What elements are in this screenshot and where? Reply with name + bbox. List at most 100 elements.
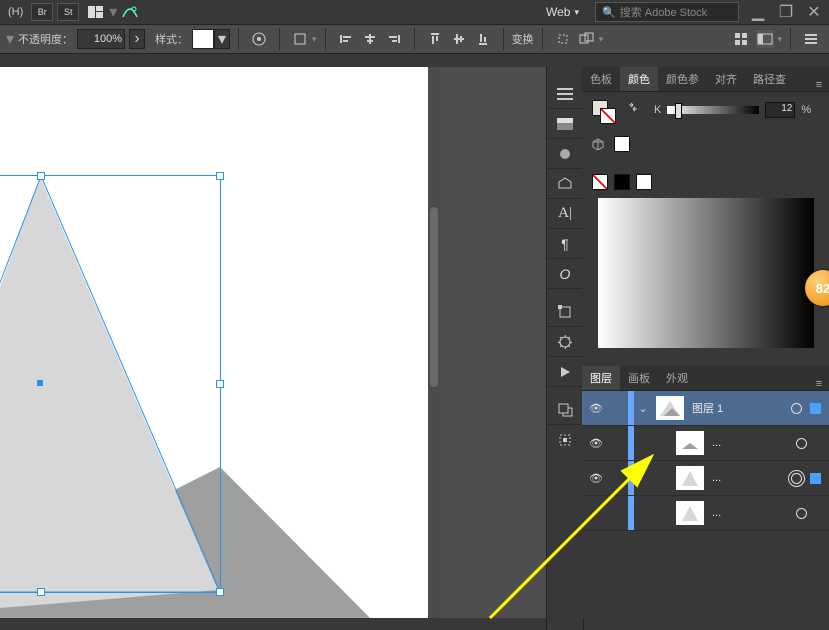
- transform-label[interactable]: 变换: [512, 31, 534, 47]
- layer-name[interactable]: ...: [708, 472, 721, 484]
- target-icon[interactable]: [791, 508, 811, 519]
- cube-icon[interactable]: [592, 138, 604, 150]
- mask-icon[interactable]: [578, 30, 596, 48]
- character-icon[interactable]: A|: [547, 199, 583, 229]
- list-icon[interactable]: [802, 30, 820, 48]
- tab-appearance[interactable]: 外观: [658, 366, 696, 390]
- appearance-icon[interactable]: [547, 327, 583, 357]
- asset-export-icon[interactable]: [547, 425, 583, 455]
- arrange-docs-icon[interactable]: [87, 5, 105, 19]
- align-top-icon[interactable]: [426, 30, 444, 48]
- grid-icon[interactable]: [732, 30, 750, 48]
- opacity-input[interactable]: 100%: [77, 29, 125, 49]
- canvas-scrollbar[interactable]: [428, 67, 440, 618]
- separator: [414, 28, 415, 50]
- workspace-switcher[interactable]: Web ▾: [540, 3, 585, 21]
- layer-name[interactable]: ...: [708, 507, 721, 519]
- tab-align[interactable]: 对齐: [707, 67, 745, 91]
- tab-color-guide[interactable]: 颜色参: [658, 67, 707, 91]
- separator: [790, 28, 791, 50]
- close-button[interactable]: ✕: [805, 5, 823, 19]
- bridge-button[interactable]: Br: [31, 3, 53, 21]
- handle-n[interactable]: [37, 172, 45, 180]
- white-swatch[interactable]: [614, 136, 630, 152]
- visibility-toggle[interactable]: 👁: [582, 437, 610, 450]
- align-left-icon[interactable]: [337, 30, 355, 48]
- none-swatch[interactable]: [592, 174, 608, 190]
- style-swatch[interactable]: [192, 29, 214, 49]
- minimize-button[interactable]: ▁: [749, 5, 767, 19]
- swap-icon[interactable]: [628, 102, 638, 112]
- layer-row-parent[interactable]: 👁 ⌄ 图层 1: [582, 391, 829, 426]
- layer-row[interactable]: 👁 ...: [582, 461, 829, 496]
- tab-swatches[interactable]: 色板: [582, 67, 620, 91]
- swatches-icon[interactable]: [547, 109, 583, 139]
- panel-menu-icon[interactable]: ≡: [809, 378, 829, 390]
- symbols-icon[interactable]: [547, 169, 583, 199]
- artboard[interactable]: [0, 67, 432, 618]
- layer-row[interactable]: ...: [582, 496, 829, 531]
- selection-indicator[interactable]: [810, 473, 821, 484]
- selection-box[interactable]: [0, 175, 221, 593]
- layer-color-bar: [628, 496, 634, 530]
- align-hcenter-icon[interactable]: [361, 30, 379, 48]
- color-panel: K 12 %: [582, 92, 829, 356]
- scrollbar-thumb[interactable]: [430, 207, 438, 387]
- slider-knob[interactable]: [675, 103, 682, 119]
- align-right-icon[interactable]: [385, 30, 403, 48]
- panel-menu-icon[interactable]: ≡: [809, 79, 829, 91]
- handle-se[interactable]: [216, 588, 224, 596]
- percent-label: %: [801, 104, 811, 116]
- search-stock-input[interactable]: 🔍 搜索 Adobe Stock: [595, 2, 739, 22]
- title-bar: (H) Br St ▾ Web ▾ 🔍 搜索 Adobe Stock ▁ ❐ ✕: [0, 0, 829, 24]
- actions-icon[interactable]: [547, 357, 583, 387]
- layers-panel-tabs: 图层 画板 外观 ≡: [582, 366, 829, 391]
- restore-button[interactable]: ❐: [777, 5, 795, 19]
- panels-area: 色板 颜色 颜色参 对齐 路径查 ≡ K 12 %: [582, 67, 829, 618]
- doc-setup-icon[interactable]: [291, 30, 309, 48]
- layer-name[interactable]: ...: [708, 437, 721, 449]
- menu-help[interactable]: (H): [0, 6, 31, 18]
- transform-panel-icon[interactable]: [547, 297, 583, 327]
- target-icon[interactable]: [786, 473, 806, 484]
- disclosure-icon[interactable]: ⌄: [634, 402, 652, 415]
- brushes-icon[interactable]: [547, 139, 583, 169]
- k-value-input[interactable]: 12: [765, 102, 795, 118]
- handle-e[interactable]: [216, 380, 224, 388]
- handle-ne[interactable]: [216, 172, 224, 180]
- tab-pathfinder[interactable]: 路径查: [745, 67, 794, 91]
- layer-thumbnail: [676, 466, 704, 490]
- glyphs-icon[interactable]: O: [547, 259, 583, 289]
- layer-name[interactable]: 图层 1: [688, 400, 723, 416]
- recolor-icon[interactable]: [250, 30, 268, 48]
- paragraph-icon[interactable]: ¶: [547, 229, 583, 259]
- stock-button[interactable]: St: [57, 3, 79, 21]
- tab-strip: [0, 55, 829, 67]
- tab-artboards[interactable]: 画板: [620, 366, 658, 390]
- menu-icon[interactable]: [547, 79, 583, 109]
- artboards-icon[interactable]: [547, 395, 583, 425]
- visibility-toggle[interactable]: 👁: [582, 402, 610, 415]
- search-icon: 🔍: [602, 6, 616, 19]
- fill-stroke-proxy[interactable]: [592, 100, 618, 126]
- isolate-icon[interactable]: [554, 30, 572, 48]
- gpu-preview-icon[interactable]: [121, 5, 139, 19]
- target-icon[interactable]: [786, 403, 806, 414]
- k-slider[interactable]: [667, 106, 759, 114]
- handle-s[interactable]: [37, 588, 45, 596]
- visibility-toggle[interactable]: 👁: [582, 472, 610, 485]
- tab-color[interactable]: 颜色: [620, 67, 658, 91]
- color-spectrum[interactable]: [598, 198, 814, 348]
- panel-toggle-icon[interactable]: [756, 30, 774, 48]
- opacity-dropdown[interactable]: ›: [129, 29, 145, 49]
- align-vcenter-icon[interactable]: [450, 30, 468, 48]
- style-dropdown[interactable]: ▾: [214, 29, 230, 49]
- workspace-label: Web: [546, 5, 570, 19]
- white-swatch-2[interactable]: [636, 174, 652, 190]
- tab-layers[interactable]: 图层: [582, 366, 620, 390]
- black-swatch[interactable]: [614, 174, 630, 190]
- target-icon[interactable]: [791, 438, 811, 449]
- align-bottom-icon[interactable]: [474, 30, 492, 48]
- selection-indicator[interactable]: [810, 403, 821, 414]
- layer-row[interactable]: 👁 ...: [582, 426, 829, 461]
